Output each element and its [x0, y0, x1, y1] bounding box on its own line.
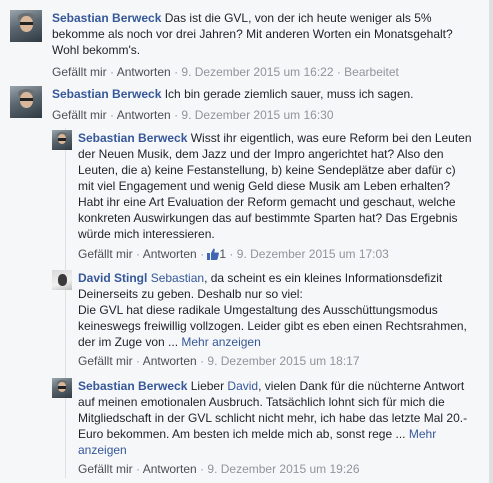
reply-body: Sebastian Berweck Lieber David, vielen D…	[78, 378, 478, 458]
reply-actions: Gefällt mir · Antworten · 9. Dezember 20…	[78, 461, 360, 477]
avatar[interactable]	[10, 10, 42, 42]
reply-link[interactable]: Antworten	[143, 354, 197, 368]
reply-text: Lieber	[187, 379, 228, 393]
like-link[interactable]: Gefällt mir	[52, 108, 107, 122]
mention-link[interactable]: Sebastian	[151, 271, 204, 285]
mention-link[interactable]: David	[227, 379, 258, 393]
avatar[interactable]	[52, 130, 72, 150]
reply: Sebastian Berweck Wisst ihr eigentlich, …	[52, 130, 482, 261]
like-link[interactable]: Gefällt mir	[52, 65, 107, 79]
comment-actions: Gefällt mir · Antworten · 9. Dezember 20…	[52, 107, 334, 123]
reply: David Stingl Sebastian, da scheint es ei…	[52, 270, 482, 370]
separator: ·	[170, 108, 182, 122]
edited-label[interactable]: Bearbeitet	[344, 65, 399, 79]
like-link[interactable]: Gefällt mir	[78, 247, 133, 261]
comment-actions: Gefällt mir · Antworten · 9. Dezember 20…	[52, 64, 399, 80]
separator: ·	[196, 462, 208, 476]
timestamp[interactable]: 9. Dezember 2015 um 16:30	[181, 108, 333, 122]
separator: ·	[106, 65, 117, 79]
reply: Sebastian Berweck Lieber David, vielen D…	[52, 378, 482, 478]
comment-author[interactable]: Sebastian Berweck	[52, 11, 161, 25]
timestamp[interactable]: 9. Dezember 2015 um 17:03	[237, 247, 389, 261]
timestamp[interactable]: 9. Dezember 2015 um 16:22	[181, 65, 333, 79]
comment-text: Ich bin gerade ziemlich sauer, muss ich …	[161, 87, 414, 101]
avatar[interactable]	[10, 86, 42, 118]
show-more-link[interactable]: Mehr anzeigen	[181, 335, 260, 349]
reply-body: David Stingl Sebastian, da scheint es ei…	[78, 270, 478, 350]
separator: ·	[333, 65, 345, 79]
separator: ·	[170, 65, 182, 79]
reply-link[interactable]: Antworten	[117, 108, 171, 122]
timestamp[interactable]: 9. Dezember 2015 um 19:26	[207, 462, 359, 476]
comment-body: Sebastian Berweck Das ist die GVL, von d…	[52, 10, 477, 58]
comment-body: Sebastian Berweck Ich bin gerade ziemlic…	[52, 86, 477, 102]
separator: ·	[196, 247, 208, 261]
reply-body: Sebastian Berweck Wisst ihr eigentlich, …	[78, 130, 473, 242]
comment-thread: Sebastian Berweck Das ist die GVL, von d…	[0, 0, 489, 483]
comment: Sebastian Berweck Ich bin gerade ziemlic…	[10, 86, 480, 126]
reply-text-continued: Die GVL hat diese radikale Umgestaltung …	[78, 303, 467, 349]
timestamp[interactable]: 9. Dezember 2015 um 18:17	[207, 354, 359, 368]
separator: ·	[196, 354, 208, 368]
avatar[interactable]	[52, 270, 72, 290]
comment-author[interactable]: Sebastian Berweck	[52, 87, 161, 101]
avatar[interactable]	[52, 378, 72, 398]
thumbs-up-icon[interactable]	[207, 248, 220, 264]
reply-author[interactable]: David Stingl	[78, 271, 147, 285]
reply-link[interactable]: Antworten	[117, 65, 171, 79]
separator: ·	[106, 108, 117, 122]
reply-author[interactable]: Sebastian Berweck	[78, 379, 187, 393]
reply-text: Wisst ihr eigentlich, was eure Reform be…	[78, 131, 472, 241]
separator: ·	[226, 247, 237, 261]
comment: Sebastian Berweck Das ist die GVL, von d…	[10, 10, 480, 80]
like-link[interactable]: Gefällt mir	[78, 462, 133, 476]
separator: ·	[132, 354, 143, 368]
separator: ·	[132, 247, 143, 261]
reply-link[interactable]: Antworten	[143, 462, 197, 476]
reply-actions: Gefällt mir · Antworten · 1 · 9. Dezembe…	[78, 246, 389, 264]
like-link[interactable]: Gefällt mir	[78, 354, 133, 368]
reply-actions: Gefällt mir · Antworten · 9. Dezember 20…	[78, 353, 360, 369]
reply-link[interactable]: Antworten	[143, 247, 197, 261]
scrollbar-edge	[489, 0, 493, 483]
reply-author[interactable]: Sebastian Berweck	[78, 131, 187, 145]
separator: ·	[132, 462, 143, 476]
